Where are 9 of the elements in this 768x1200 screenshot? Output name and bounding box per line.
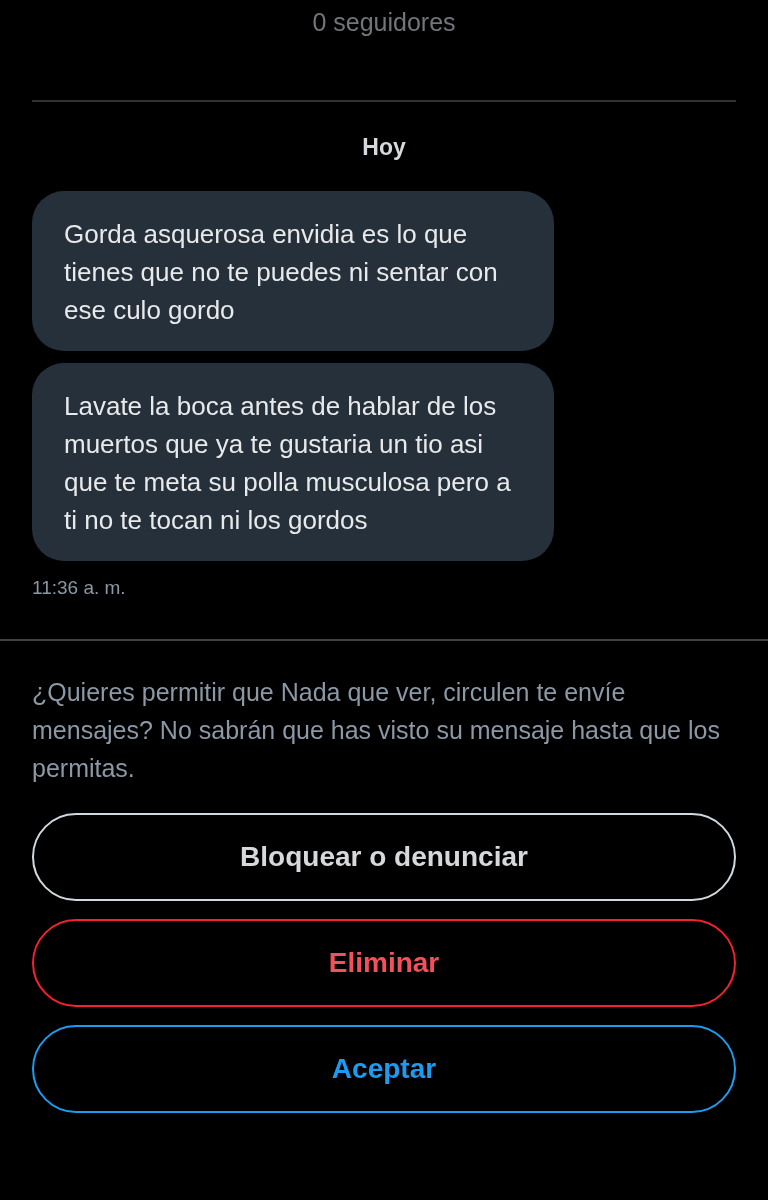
accept-button[interactable]: Aceptar [32, 1025, 736, 1113]
request-prompt: ¿Quieres permitir que Nada que ver, circulen te envíe mensajes? No sabrán que has visto su mensaje hasta que los permitas. [32, 677, 721, 784]
followers-count: 0 seguidores [311, 7, 457, 38]
message-bubble: Lavate la boca antes de hablar de los muertos que ya te gustaria un tio asi que te meta su polla musculosa pero a ti no te tocan ni los gordos [32, 363, 554, 561]
delete-button[interactable]: Eliminar [32, 919, 736, 1007]
message-time: 11:36 a. m. [32, 577, 127, 599]
date-separator: Hoy [361, 134, 407, 161]
block-report-button[interactable]: Bloquear o denunciar [32, 813, 736, 901]
message-bubble: Gorda asquerosa envidia es lo que tienes que no te puedes ni sentar con ese culo gordo [32, 191, 554, 351]
